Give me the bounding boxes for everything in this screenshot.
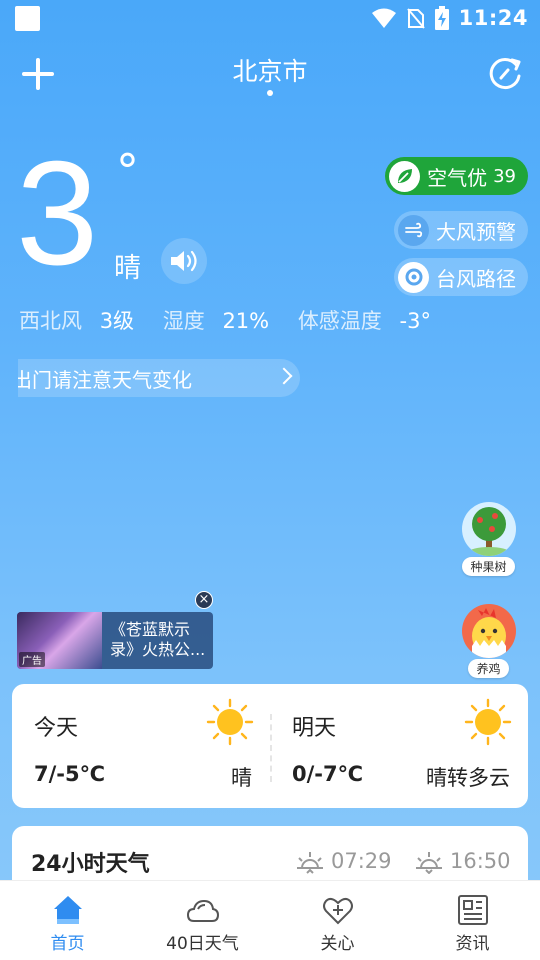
raise-chicken-game[interactable]: 养鸡 (460, 604, 517, 678)
nav-40-day[interactable]: 40日天气 (135, 881, 270, 960)
air-quality-badge[interactable]: 空气优 39 (385, 157, 528, 195)
tree-icon (461, 502, 516, 556)
air-quality-label: 空气优 (427, 165, 488, 190)
city-title[interactable]: 北京市 (0, 52, 540, 88)
page-indicator-dot (267, 90, 273, 96)
wind-warning-badge[interactable]: 大风预警 (394, 211, 528, 249)
humidity-info: 湿度 21% (162, 309, 270, 333)
voice-broadcast-button[interactable] (161, 238, 207, 284)
air-quality-value: 39 (493, 165, 516, 187)
feels-like-info: 体感温度 -3° (297, 309, 431, 333)
tomorrow-condition: 晴转多云 (426, 766, 510, 790)
sunset-icon (416, 852, 442, 874)
sun-icon (206, 698, 254, 746)
ad-close-button[interactable]: × (195, 591, 213, 609)
speaker-icon (171, 250, 197, 272)
wifi-icon (371, 8, 396, 28)
home-icon (53, 896, 82, 924)
notice-text: 出门请注意天气变化 (18, 367, 192, 392)
wind-warning-label: 大风预警 (436, 219, 516, 244)
news-icon (457, 895, 488, 925)
sun-icon (464, 698, 512, 746)
nav-40-day-label: 40日天气 (166, 934, 239, 954)
typhoon-icon (398, 261, 429, 293)
typhoon-path-label: 台风路径 (436, 266, 516, 291)
leaf-icon (389, 160, 421, 192)
wind-icon (398, 214, 429, 246)
today-label: 今天 (34, 716, 79, 741)
today-forecast[interactable]: 今天 7/-5℃ 晴 (12, 684, 270, 808)
daily-forecast-card[interactable]: 今天 7/-5℃ 晴 明天 0/-7℃ 晴转多云 (12, 684, 528, 808)
hourly-title: 24小时天气 (31, 852, 150, 877)
ad-banner[interactable]: 广告 《苍蓝默示录》火热公... (17, 612, 213, 669)
clock: 11:24 (458, 6, 528, 30)
no-sim-icon (406, 8, 425, 29)
weather-notice-banner[interactable]: 出门请注意天气变化 (18, 359, 300, 397)
tomorrow-forecast[interactable]: 明天 0/-7℃ 晴转多云 (270, 684, 528, 808)
today-temperature: 7/-5℃ (34, 762, 106, 786)
tomorrow-label: 明天 (292, 716, 337, 741)
sunrise-icon (297, 852, 323, 874)
current-condition: 晴 (114, 253, 141, 284)
fruit-tree-game[interactable]: 种果树 (460, 502, 517, 576)
nav-news[interactable]: 资讯 (405, 881, 540, 960)
fruit-tree-label: 种果树 (462, 557, 515, 576)
sunset-info: 16:50 (414, 848, 511, 874)
nav-home-label: 首页 (50, 934, 85, 954)
weather-details: 西北风 3级 湿度 21% 体感温度 -3° (19, 305, 453, 335)
heart-icon (322, 897, 353, 925)
sunset-time: 16:50 (450, 849, 511, 873)
raise-chicken-label: 养鸡 (468, 659, 509, 678)
chicken-icon (461, 604, 516, 658)
nav-home[interactable]: 首页 (0, 881, 135, 960)
nav-care[interactable]: 关心 (270, 881, 405, 960)
top-bar: 北京市 (0, 48, 540, 104)
nav-care-label: 关心 (320, 934, 355, 954)
degree-symbol: ° (116, 144, 139, 198)
ad-text: 《苍蓝默示录》火热公... (110, 620, 206, 659)
ad-thumbnail: 广告 (17, 612, 102, 669)
refresh-button[interactable] (486, 54, 524, 92)
battery-charging-icon (434, 6, 449, 30)
today-condition: 晴 (231, 766, 252, 790)
status-bar: 11:24 (0, 0, 540, 38)
nav-news-label: 资讯 (455, 934, 490, 954)
sunrise-info: 07:29 (295, 848, 392, 874)
typhoon-path-badge[interactable]: 台风路径 (394, 258, 528, 296)
ad-tag: 广告 (19, 652, 45, 667)
tomorrow-temperature: 0/-7℃ (292, 762, 364, 786)
chevron-right-icon (275, 367, 293, 385)
bottom-navigation: 首页 40日天气 关心 资讯 (0, 880, 540, 960)
cloud-icon (186, 899, 219, 922)
sunrise-time: 07:29 (331, 849, 392, 873)
current-temperature: 3 (16, 131, 99, 296)
notification-icon (15, 6, 40, 31)
wind-info: 西北风 3级 (19, 309, 135, 333)
status-icons: 11:24 (371, 4, 528, 32)
